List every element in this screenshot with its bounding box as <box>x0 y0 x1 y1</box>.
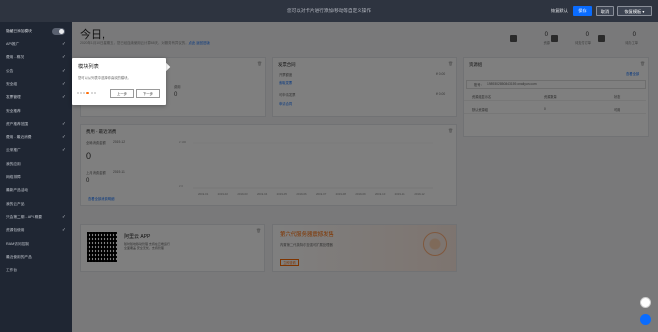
popover-desc: 您可以从列表中选择你喜欢的模块。 <box>78 76 131 80</box>
step-dot <box>80 92 82 94</box>
sidebar-module-item[interactable]: 最新产品活动 <box>0 184 72 197</box>
hide-added-toggle[interactable] <box>52 28 65 35</box>
help-icon[interactable] <box>640 314 651 325</box>
step-dot <box>91 92 93 94</box>
sidebar-module-label: 最新产品活动 <box>6 188 29 193</box>
sidebar-module-label: 只会第二期 - API 概要 <box>6 214 43 219</box>
sidebar-module-item[interactable]: 我的云产品 <box>0 198 72 211</box>
guide-popover: 模块列表 您可以从列表中选择你喜欢的模块。 上一步 下一步 <box>72 58 166 105</box>
sidebar-module-label: 发票管理 <box>6 95 21 100</box>
sidebar-module-item[interactable]: 费用 - 概况 ✓ <box>0 51 72 64</box>
sidebar-module-label: 我的应用 <box>6 161 21 166</box>
sidebar-module-label: 安全组 <box>6 81 18 86</box>
checkmark-icon: ✓ <box>62 41 66 46</box>
sidebar-module-label: 我的云产品 <box>6 201 25 206</box>
step-dot <box>83 92 85 94</box>
checkmark-icon: ✓ <box>62 120 66 126</box>
sidebar-module-label: 费用 - 概况 <box>6 55 25 60</box>
checkmark-icon: ✓ <box>62 80 66 86</box>
restore-template-label: 恢复模板 <box>624 9 642 14</box>
sidebar-module-item[interactable]: 安全推荐 <box>0 105 72 118</box>
sidebar-module-label: RAM访问控制 <box>6 241 29 246</box>
top-bar: 您可以对卡片进行添加/移动等自定义操作 恢复默认 保存 取消 恢复模板 ▾ <box>0 0 658 22</box>
sidebar-module-item[interactable]: 最近使用的产品 <box>0 251 72 264</box>
sidebar-module-item[interactable]: 只会第二期 - API 概要 ✓ <box>0 211 72 224</box>
step-dot <box>94 92 96 94</box>
step-dot-active <box>86 92 89 94</box>
checkmark-icon: ✓ <box>62 67 66 73</box>
sidebar-module-label: 网络排障 <box>6 175 21 179</box>
sidebar-module-label: 云采推广 <box>6 148 21 153</box>
hide-added-toggle-row: 隐藏已添加模块 <box>0 25 72 38</box>
sidebar-module-label: 资产推荐范围 <box>6 121 29 126</box>
sidebar-module-label: API推广 <box>6 42 20 46</box>
sidebar-module-label: 最近使用的产品 <box>6 254 32 259</box>
checkmark-icon: ✓ <box>62 227 66 233</box>
sidebar-module-label: 安全推荐 <box>6 108 21 113</box>
checkmark-icon: ✓ <box>62 213 66 219</box>
step-dots <box>77 92 101 95</box>
sidebar-module-item[interactable]: 资源包使用 ✓ <box>0 224 72 237</box>
checkmark-icon: ✓ <box>62 147 66 153</box>
sidebar-module-label: 资源包使用 <box>6 228 25 233</box>
cancel-button[interactable]: 取消 <box>596 6 614 16</box>
checkmark-icon: ✓ <box>62 94 66 100</box>
sidebar-module-item[interactable]: RAM访问控制 <box>0 238 72 251</box>
sidebar-module-item[interactable]: 费用 - 最近消费 ✓ <box>0 131 72 144</box>
sidebar-module-item[interactable]: 安全组 ✓ <box>0 78 72 91</box>
sidebar-module-item[interactable]: 资产推荐范围 ✓ <box>0 118 72 131</box>
sidebar-module-item[interactable]: 我的应用 <box>0 158 72 171</box>
sidebar-module-label: 公告 <box>6 68 14 73</box>
module-sidebar: 隐藏已添加模块 API推广 ✓ 费用 - 概况 ✓ 公告 ✓ 安全组 ✓ 发票管理 ✓ 安全推荐资产… <box>0 22 72 332</box>
chat-icon[interactable] <box>640 297 651 308</box>
restore-default-link[interactable]: 恢复默认 <box>551 8 568 14</box>
next-step-button[interactable]: 下一步 <box>136 89 160 98</box>
checkmark-icon: ✓ <box>62 134 66 140</box>
hide-added-label: 隐藏已添加模块 <box>6 29 32 33</box>
restore-template-button[interactable]: 恢复模板 ▾ <box>617 6 652 16</box>
checkmark-icon: ✓ <box>62 54 66 60</box>
sidebar-module-item[interactable]: 工作台 <box>0 264 72 277</box>
sidebar-module-item[interactable]: 网络排障 <box>0 171 72 184</box>
sidebar-module-item[interactable]: API推广 ✓ <box>0 38 72 51</box>
sidebar-module-label: 工作台 <box>6 268 18 273</box>
toggle-knob <box>59 29 64 34</box>
sidebar-module-item[interactable]: 公告 ✓ <box>0 65 72 78</box>
sidebar-module-item[interactable]: 发票管理 ✓ <box>0 91 72 104</box>
sidebar-module-item[interactable]: 云采推广 ✓ <box>0 144 72 157</box>
step-dot <box>77 92 79 94</box>
save-button[interactable]: 保存 <box>573 6 592 16</box>
popover-title: 模块列表 <box>78 64 99 70</box>
chevron-down-icon: ▾ <box>642 9 645 14</box>
prev-step-button[interactable]: 上一步 <box>110 89 134 98</box>
sidebar-module-label: 费用 - 最近消费 <box>6 135 32 140</box>
